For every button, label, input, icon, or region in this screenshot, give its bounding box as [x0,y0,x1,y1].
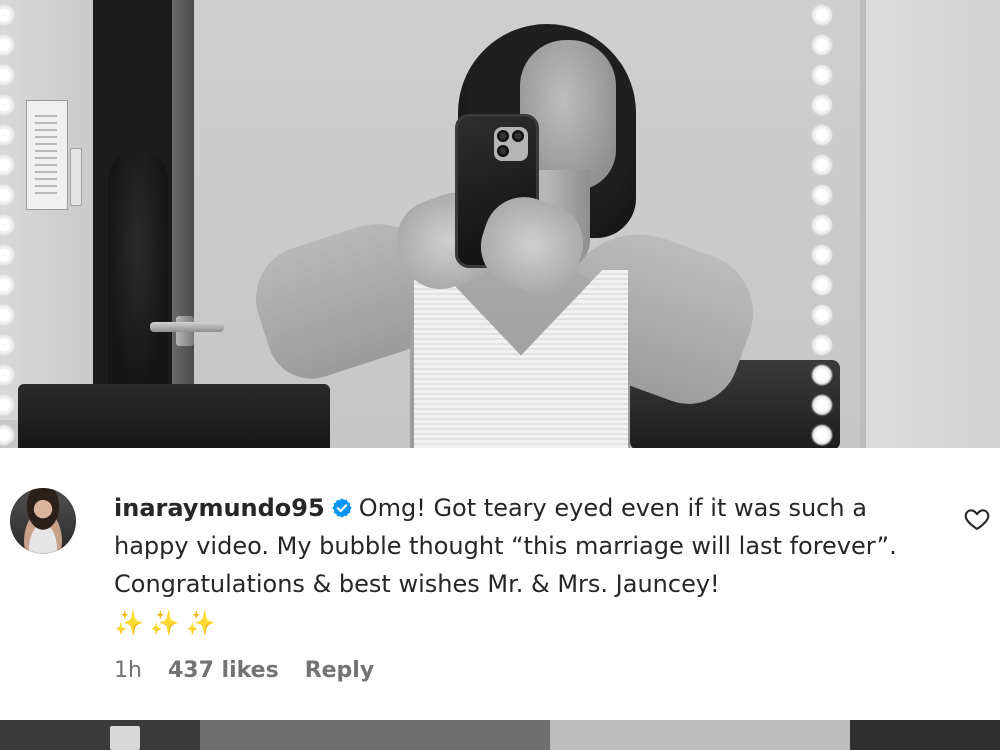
comment-username[interactable]: inaraymundo95 [114,494,325,522]
likes-count[interactable]: 437 likes [168,658,279,683]
heart-outline-icon[interactable] [963,505,991,533]
person-in-doorway [108,150,168,390]
sparkles-emoji: ✨✨✨ [114,609,222,637]
comment-body: inaraymundo95 Omg! Got teary eyed even i… [114,489,914,643]
comment-timestamp: 1h [114,658,142,683]
light-switch [70,148,82,206]
verified-badge-icon [332,498,352,518]
camera-bump [494,127,528,161]
reply-button[interactable]: Reply [305,658,375,683]
door-handle [150,322,224,332]
chair-back [18,384,330,454]
mirror-lights-left [0,0,18,450]
next-photo-detail [110,726,140,750]
avatar[interactable] [10,488,76,554]
door [172,0,194,420]
comment-meta: 1h 437 likes Reply [114,658,374,683]
wall-right [860,0,1000,450]
wall-poster [26,100,68,210]
mirror-lights-right [808,0,836,450]
next-photo-strip [0,720,1000,750]
